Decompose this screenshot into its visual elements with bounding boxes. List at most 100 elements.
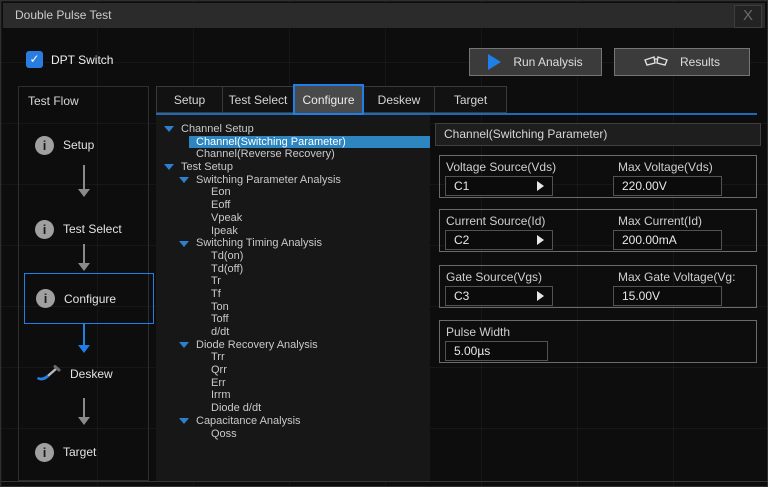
tree-expander-icon[interactable] [179,418,189,424]
tree-item[interactable]: Diode d/dt [156,402,430,415]
dropdown-arrow-icon [537,291,544,301]
tree-item-label: Diode Recovery Analysis [196,339,318,352]
results-button[interactable]: Results [614,48,750,76]
tree-item-label: Trr [211,351,225,364]
tree-item-label: Channel(Switching Parameter) [196,136,346,149]
tree-item[interactable]: Eoff [156,199,430,212]
tree-item-label: Ipeak [211,225,238,238]
tree-item-label: Toff [211,313,229,326]
tree-item[interactable]: Diode Recovery Analysis [156,339,430,352]
tree-expander-icon[interactable] [164,164,174,170]
tree-item-label: Test Setup [181,161,233,174]
gate-source-dropdown[interactable]: C3 [445,286,553,306]
flow-arrow-down-icon [77,165,91,197]
dropdown-arrow-icon [537,181,544,191]
dpt-switch-checkbox[interactable]: ✓ [26,51,43,68]
tree-item[interactable]: Eon [156,186,430,199]
tree-item-label: Qoss [211,428,237,441]
tree-expander-icon[interactable] [179,241,189,247]
max-current-input[interactable]: 200.00mA [613,230,722,250]
window-title: Double Pulse Test [15,3,112,28]
tab-configure[interactable]: Configure [293,84,364,115]
flow-arrow-down-icon [77,398,91,425]
tree-item[interactable]: Channel(Reverse Recovery) [156,148,430,161]
flow-step-deskew[interactable]: Deskew [19,362,148,386]
test-flow-panel: Test Flow Setup Test Select Configure [18,86,149,481]
input-value: 15.00V [622,289,660,303]
tree-item-label: Qrr [211,364,227,377]
glasses-icon [644,55,668,69]
panel-bottom-divider [1,481,768,482]
tree-item[interactable]: Trr [156,351,430,364]
tree-expander-icon[interactable] [179,177,189,183]
tree-item[interactable]: Td(off) [156,263,430,276]
gate-source-label: Gate Source(Vgs) [446,270,542,284]
flow-step-configure[interactable]: Configure [24,273,154,324]
tree-item-label: Channel(Reverse Recovery) [196,148,335,161]
dropdown-arrow-icon [537,235,544,245]
current-group: Current Source(Id) Max Current(Id) C2 20… [439,209,757,252]
config-panel-header: Channel(Switching Parameter) [435,123,761,146]
dropdown-value: C1 [454,179,469,193]
flow-step-target[interactable]: Target [19,440,148,464]
flow-step-test-select[interactable]: Test Select [19,217,148,241]
max-voltage-label: Max Voltage(Vds) [618,160,713,174]
tree-item[interactable]: Channel Setup [156,123,430,136]
current-source-label: Current Source(Id) [446,214,545,228]
close-button[interactable]: X [734,5,762,28]
probe-icon [35,365,61,384]
tree-item[interactable]: Err [156,377,430,390]
tree-item[interactable]: Qoss [156,428,430,441]
input-value: 220.00V [622,179,667,193]
input-value: 5.00µs [454,344,490,358]
tab-deskew[interactable]: Deskew [363,86,435,113]
tab-test-select[interactable]: Test Select [222,86,294,113]
voltage-source-label: Voltage Source(Vds) [446,160,556,174]
tree-item-label: Err [211,377,226,390]
title-bar: Double Pulse Test X [3,3,765,28]
close-icon: X [743,7,753,24]
run-analysis-label: Run Analysis [513,55,582,69]
tree-item[interactable]: Irrm [156,389,430,402]
current-source-dropdown[interactable]: C2 [445,230,553,250]
run-analysis-button[interactable]: Run Analysis [469,48,602,76]
tree-item[interactable]: Test Setup [156,161,430,174]
tree-item[interactable]: d/dt [156,326,430,339]
results-label: Results [680,55,720,69]
info-icon [35,443,54,462]
tree-item[interactable]: Td(on) [156,250,430,263]
tree-item[interactable]: Tr [156,275,430,288]
tree-item[interactable]: Switching Timing Analysis [156,237,430,250]
tree-item[interactable]: Qrr [156,364,430,377]
tree-item-label: Td(on) [211,250,243,263]
tab-target[interactable]: Target [434,86,507,113]
tree-item[interactable]: Vpeak [156,212,430,225]
check-icon: ✓ [29,52,39,66]
tab-setup[interactable]: Setup [156,86,223,113]
flow-arrow-down-blue-icon [77,323,91,353]
tree-item-label: Irrm [211,389,231,402]
flow-arrow-down-icon [77,244,91,271]
voltage-source-dropdown[interactable]: C1 [445,176,553,196]
flow-step-setup[interactable]: Setup [19,133,148,157]
tree-item[interactable]: Toff [156,313,430,326]
max-voltage-input[interactable]: 220.00V [613,176,722,196]
tree-expander-icon[interactable] [179,342,189,348]
max-gate-voltage-input[interactable]: 15.00V [613,286,722,306]
pulse-width-input[interactable]: 5.00µs [445,341,548,361]
tree-item[interactable]: Ton [156,301,430,314]
tree-item[interactable]: Capacitance Analysis [156,415,430,428]
tree-item[interactable]: Switching Parameter Analysis [156,174,430,187]
tree-item[interactable]: Tf [156,288,430,301]
play-icon [488,54,501,70]
tree-item[interactable]: Ipeak [156,225,430,238]
tree-item[interactable]: Channel(Switching Parameter) [189,136,430,149]
tree-expander-icon[interactable] [164,126,174,132]
config-tree: Channel SetupChannel(Switching Parameter… [156,115,430,481]
max-gate-voltage-label: Max Gate Voltage(Vg: [618,270,754,284]
dropdown-value: C2 [454,233,469,247]
dpt-switch-label: DPT Switch [51,53,113,67]
tab-bar: SetupTest SelectConfigureDeskewTarget [156,86,507,115]
tree-item-label: Vpeak [211,212,242,225]
dpt-switch-row: ✓ DPT Switch [26,51,113,68]
